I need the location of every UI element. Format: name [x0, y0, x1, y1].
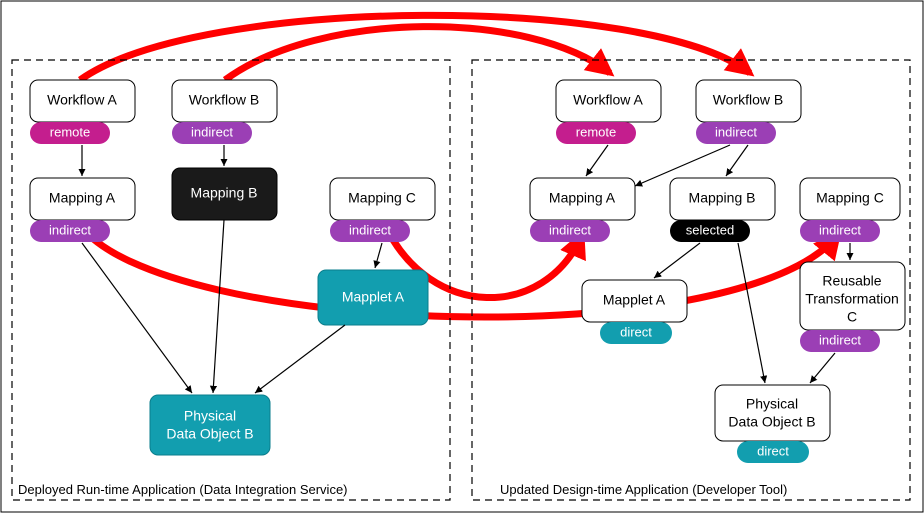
svg-text:remote: remote [576, 124, 616, 139]
svg-text:indirect: indirect [819, 332, 861, 347]
right-pdo-b: Physical Data Object B direct [715, 385, 830, 463]
right-mapping-b: Mapping B selected [670, 178, 775, 242]
svg-text:indirect: indirect [349, 222, 391, 237]
svg-text:direct: direct [620, 324, 652, 339]
left-mapping-c: Mapping C indirect [330, 178, 435, 242]
svg-text:Workflow A: Workflow A [573, 92, 643, 108]
left-workflow-b: Workflow B indirect [172, 80, 277, 144]
right-mapping-c: Mapping C indirect [800, 178, 900, 242]
right-workflow-a: Workflow A remote [556, 80, 661, 144]
left-mapping-a: Mapping A indirect [30, 178, 135, 242]
svg-text:Reusable: Reusable [822, 273, 881, 289]
left-pdo-b: Physical Data Object B [150, 395, 270, 455]
svg-text:Data Object B: Data Object B [728, 414, 815, 430]
left-mapplet-a: Mapplet A [318, 270, 428, 325]
svg-text:selected: selected [686, 222, 734, 237]
left-group: Workflow A remote Workflow B indirect Ma… [30, 80, 435, 455]
svg-text:indirect: indirect [191, 124, 233, 139]
svg-text:indirect: indirect [715, 124, 757, 139]
svg-text:Transformation: Transformation [805, 291, 899, 307]
svg-text:Workflow B: Workflow B [189, 92, 260, 108]
svg-text:remote: remote [50, 124, 90, 139]
svg-text:Mapplet A: Mapplet A [603, 292, 666, 308]
left-mapping-b: Mapping B [172, 168, 277, 220]
right-group: Workflow A remote Workflow B indirect Ma… [530, 80, 905, 463]
svg-text:indirect: indirect [549, 222, 591, 237]
svg-text:Workflow A: Workflow A [47, 92, 117, 108]
svg-text:Mapping C: Mapping C [348, 190, 416, 206]
svg-text:Mapping A: Mapping A [49, 190, 116, 206]
diagram-canvas: Deployed Run-time Application (Data Inte… [0, 0, 924, 513]
svg-text:C: C [847, 309, 857, 325]
svg-text:Mapping B: Mapping B [689, 190, 756, 206]
svg-text:Mapping A: Mapping A [549, 190, 616, 206]
svg-text:Mapplet A: Mapplet A [342, 289, 405, 305]
right-mapplet-a: Mapplet A direct [582, 280, 687, 344]
right-workflow-b: Workflow B indirect [696, 80, 801, 144]
svg-text:indirect: indirect [49, 222, 91, 237]
right-mapping-a: Mapping A indirect [530, 178, 635, 242]
left-panel-caption: Deployed Run-time Application (Data Inte… [18, 482, 348, 497]
right-rtc: Reusable Transformation C indirect [800, 262, 905, 352]
svg-text:Workflow B: Workflow B [713, 92, 784, 108]
svg-text:Mapping B: Mapping B [191, 185, 258, 201]
svg-text:direct: direct [757, 443, 789, 458]
svg-text:indirect: indirect [819, 222, 861, 237]
svg-text:Physical: Physical [746, 396, 798, 412]
svg-text:Data Object B: Data Object B [166, 426, 253, 442]
svg-text:Mapping C: Mapping C [816, 190, 884, 206]
left-workflow-a: Workflow A remote [30, 80, 135, 144]
right-panel-caption: Updated Design-time Application (Develop… [500, 482, 787, 497]
svg-text:Physical: Physical [184, 408, 236, 424]
